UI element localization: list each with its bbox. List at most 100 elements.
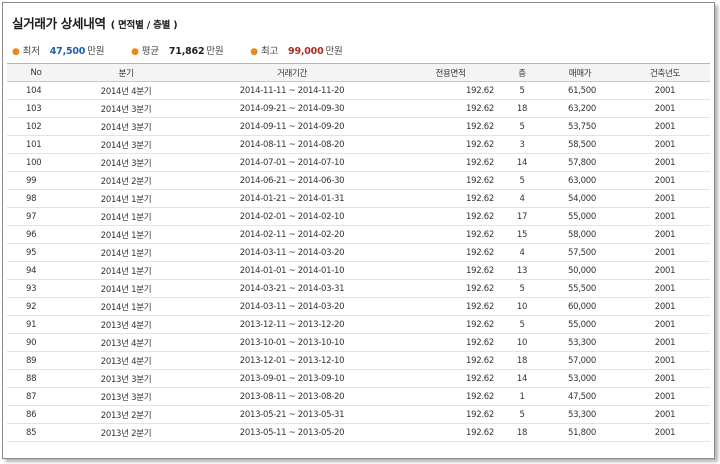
cell-quarter: 2013년 3분기	[65, 369, 187, 388]
table-row: 93 2014년 1분기 2014-03-21 ~ 2014-03-31 192.62…	[7, 279, 710, 298]
table-row: 90 2013년 4분기 2013-10-01 ~ 2013-10-10 192.62…	[7, 333, 710, 352]
table-row: 96 2014년 1분기 2014-02-11 ~ 2014-02-20 192.62…	[7, 225, 710, 244]
cell-price: 58,000	[540, 225, 620, 244]
cell-no: 90	[7, 333, 65, 352]
table-row: 98 2014년 1분기 2014-01-21 ~ 2014-01-31 192.62…	[7, 189, 710, 208]
cell-area: 192.62	[397, 207, 504, 226]
cell-price: 53,750	[540, 117, 620, 136]
cell-built-year: 2001	[620, 423, 710, 442]
cell-quarter: 2013년 2분기	[65, 405, 187, 424]
cell-no: 93	[7, 279, 65, 298]
stat-avg: ● 평균 71,862 만원	[131, 43, 224, 57]
cell-quarter: 2014년 1분기	[65, 297, 187, 316]
cell-period: 2013-09-01 ~ 2013-09-10	[187, 369, 397, 388]
cell-floor: 5	[504, 405, 540, 424]
cell-quarter: 2013년 4분기	[65, 351, 187, 370]
cell-floor: 17	[504, 207, 540, 226]
table-row: 94 2014년 1분기 2014-01-01 ~ 2014-01-10 192.62…	[7, 261, 710, 280]
cell-built-year: 2001	[620, 171, 710, 190]
cell-price: 63,000	[540, 171, 620, 190]
cell-quarter: 2014년 1분기	[65, 189, 187, 208]
cell-floor: 4	[504, 189, 540, 208]
cell-area: 192.62	[397, 279, 504, 298]
cell-period: 2014-02-11 ~ 2014-02-20	[187, 225, 397, 244]
cell-no: 86	[7, 405, 65, 424]
stat-max: ● 최고 99,000 만원	[250, 43, 343, 57]
cell-no: 95	[7, 243, 65, 262]
table-row: 95 2014년 1분기 2014-03-11 ~ 2014-03-20 192.62…	[7, 243, 710, 262]
cell-built-year: 2001	[620, 207, 710, 226]
cell-no: 103	[7, 99, 65, 118]
table-row: 87 2013년 3분기 2013-08-11 ~ 2013-08-20 192.62…	[7, 387, 710, 406]
table-row: 101 2014년 3분기 2014-08-11 ~ 2014-08-20 192.6…	[7, 135, 710, 154]
cell-no: 92	[7, 297, 65, 316]
cell-built-year: 2001	[620, 369, 710, 388]
cell-area: 192.62	[397, 243, 504, 262]
cell-period: 2013-05-21 ~ 2013-05-31	[187, 405, 397, 424]
cell-quarter: 2014년 3분기	[65, 117, 187, 136]
table-row: 99 2014년 2분기 2014-06-21 ~ 2014-06-30 192.62…	[7, 171, 710, 190]
cell-price: 51,800	[540, 423, 620, 442]
cell-price: 53,300	[540, 333, 620, 352]
cell-floor: 5	[504, 279, 540, 298]
cell-quarter: 2014년 1분기	[65, 225, 187, 244]
cell-floor: 5	[504, 81, 540, 100]
stat-value: 47,500	[49, 46, 86, 57]
cell-no: 99	[7, 171, 65, 190]
column-header-built-year: 건축년도	[620, 63, 710, 82]
cell-area: 192.62	[397, 81, 504, 100]
cell-quarter: 2013년 4분기	[65, 333, 187, 352]
cell-period: 2014-09-21 ~ 2014-09-30	[187, 99, 397, 118]
cell-price: 57,500	[540, 243, 620, 262]
cell-floor: 10	[504, 333, 540, 352]
cell-floor: 5	[504, 117, 540, 136]
cell-area: 192.62	[397, 369, 504, 388]
cell-built-year: 2001	[620, 261, 710, 280]
stat-min: ● 최저 47,500 만원	[12, 43, 105, 57]
cell-floor: 5	[504, 315, 540, 334]
cell-period: 2013-10-01 ~ 2013-10-10	[187, 333, 397, 352]
cell-price: 55,000	[540, 207, 620, 226]
table-row: 104 2014년 4분기 2014-11-11 ~ 2014-11-20 192.6…	[7, 81, 710, 100]
cell-built-year: 2001	[620, 243, 710, 262]
cell-no: 85	[7, 423, 65, 442]
cell-period: 2013-08-11 ~ 2013-08-20	[187, 387, 397, 406]
cell-quarter: 2014년 3분기	[65, 99, 187, 118]
cell-period: 2013-12-01 ~ 2013-12-10	[187, 351, 397, 370]
cell-area: 192.62	[397, 153, 504, 172]
cell-floor: 13	[504, 261, 540, 280]
stat-unit: 만원	[87, 46, 105, 57]
cell-floor: 14	[504, 369, 540, 388]
table-row: 88 2013년 3분기 2013-09-01 ~ 2013-09-10 192.62…	[7, 369, 710, 388]
cell-no: 104	[7, 81, 65, 100]
stat-label: 최저	[22, 46, 40, 57]
cell-period: 2014-03-21 ~ 2014-03-31	[187, 279, 397, 298]
cell-period: 2014-06-21 ~ 2014-06-30	[187, 171, 397, 190]
cell-period: 2014-07-01 ~ 2014-07-10	[187, 153, 397, 172]
cell-floor: 14	[504, 153, 540, 172]
table-row: 102 2014년 3분기 2014-09-11 ~ 2014-09-20 192.6…	[7, 117, 710, 136]
cell-built-year: 2001	[620, 99, 710, 118]
panel-subtitle: ( 면적별 / 층별 )	[110, 20, 178, 31]
table-row: 92 2014년 1분기 2014-03-11 ~ 2014-03-20 192.62…	[7, 297, 710, 316]
cell-period: 2014-03-11 ~ 2014-03-20	[187, 297, 397, 316]
cell-built-year: 2001	[620, 405, 710, 424]
cell-area: 192.62	[397, 171, 504, 190]
cell-quarter: 2014년 3분기	[65, 153, 187, 172]
cell-price: 57,000	[540, 351, 620, 370]
cell-area: 192.62	[397, 225, 504, 244]
cell-price: 54,000	[540, 189, 620, 208]
column-header-floor: 층	[504, 63, 540, 82]
panel-title: 실거래가 상세내역	[12, 16, 106, 31]
cell-area: 192.62	[397, 117, 504, 136]
cell-built-year: 2001	[620, 189, 710, 208]
cell-floor: 10	[504, 297, 540, 316]
transaction-table: No 분기 거래기간 전용면적 층 매매가 건축년도 104 2014년 4분기 2…	[7, 63, 710, 442]
table-body: 104 2014년 4분기 2014-11-11 ~ 2014-11-20 192.6…	[7, 81, 710, 442]
cell-built-year: 2001	[620, 81, 710, 100]
cell-period: 2014-11-11 ~ 2014-11-20	[187, 81, 397, 100]
stat-value: 99,000	[288, 46, 324, 57]
cell-built-year: 2001	[620, 297, 710, 316]
cell-quarter: 2014년 4분기	[65, 81, 187, 100]
cell-no: 87	[7, 387, 65, 406]
